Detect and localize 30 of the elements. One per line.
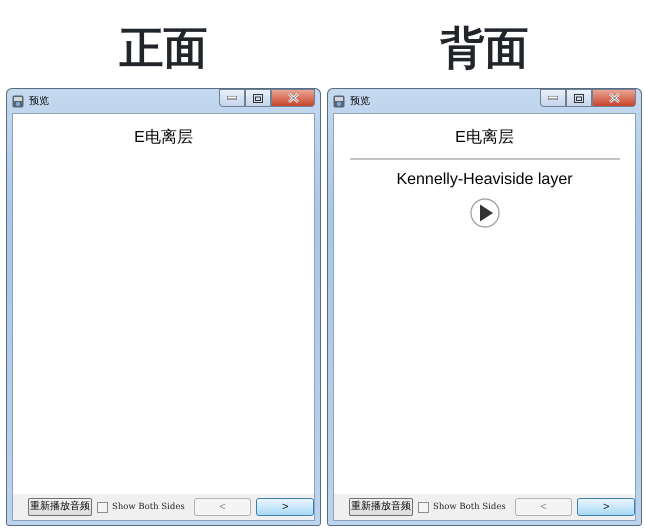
minimize-icon — [548, 96, 558, 100]
play-icon[interactable] — [470, 198, 500, 228]
next-button[interactable]: > — [256, 498, 314, 516]
replay-audio-button[interactable]: 重新播放音频 — [349, 498, 413, 516]
panel-heading: 背面 — [440, 26, 528, 72]
checkbox[interactable] — [97, 502, 108, 512]
checkbox-label[interactable]: Show Both Sides — [433, 500, 506, 514]
card-text: Kennelly-Heaviside layer — [396, 170, 573, 190]
close-icon — [608, 93, 620, 103]
card-text: E电离层 — [134, 128, 193, 148]
minimize-button[interactable] — [219, 89, 245, 107]
window-title: 预览 — [350, 94, 370, 108]
maximize-button[interactable] — [245, 89, 271, 107]
panel-heading: 正面 — [120, 26, 208, 72]
maximize-icon — [574, 94, 584, 102]
next-button[interactable]: > — [577, 498, 635, 516]
replay-audio-button[interactable]: 重新播放音频 — [28, 498, 92, 516]
minimize-icon — [227, 96, 237, 100]
checkbox-label[interactable]: Show Both Sides — [112, 500, 185, 514]
app-icon — [333, 94, 345, 108]
app-icon — [12, 94, 24, 108]
checkbox[interactable] — [418, 502, 429, 512]
maximize-icon — [253, 94, 263, 102]
card-text: E电离层 — [455, 128, 514, 148]
window-title: 预览 — [29, 94, 49, 108]
close-button[interactable] — [271, 89, 315, 107]
close-icon — [288, 93, 298, 103]
minimize-button[interactable] — [540, 89, 566, 107]
maximize-button[interactable] — [566, 89, 592, 107]
close-button[interactable] — [592, 89, 636, 107]
